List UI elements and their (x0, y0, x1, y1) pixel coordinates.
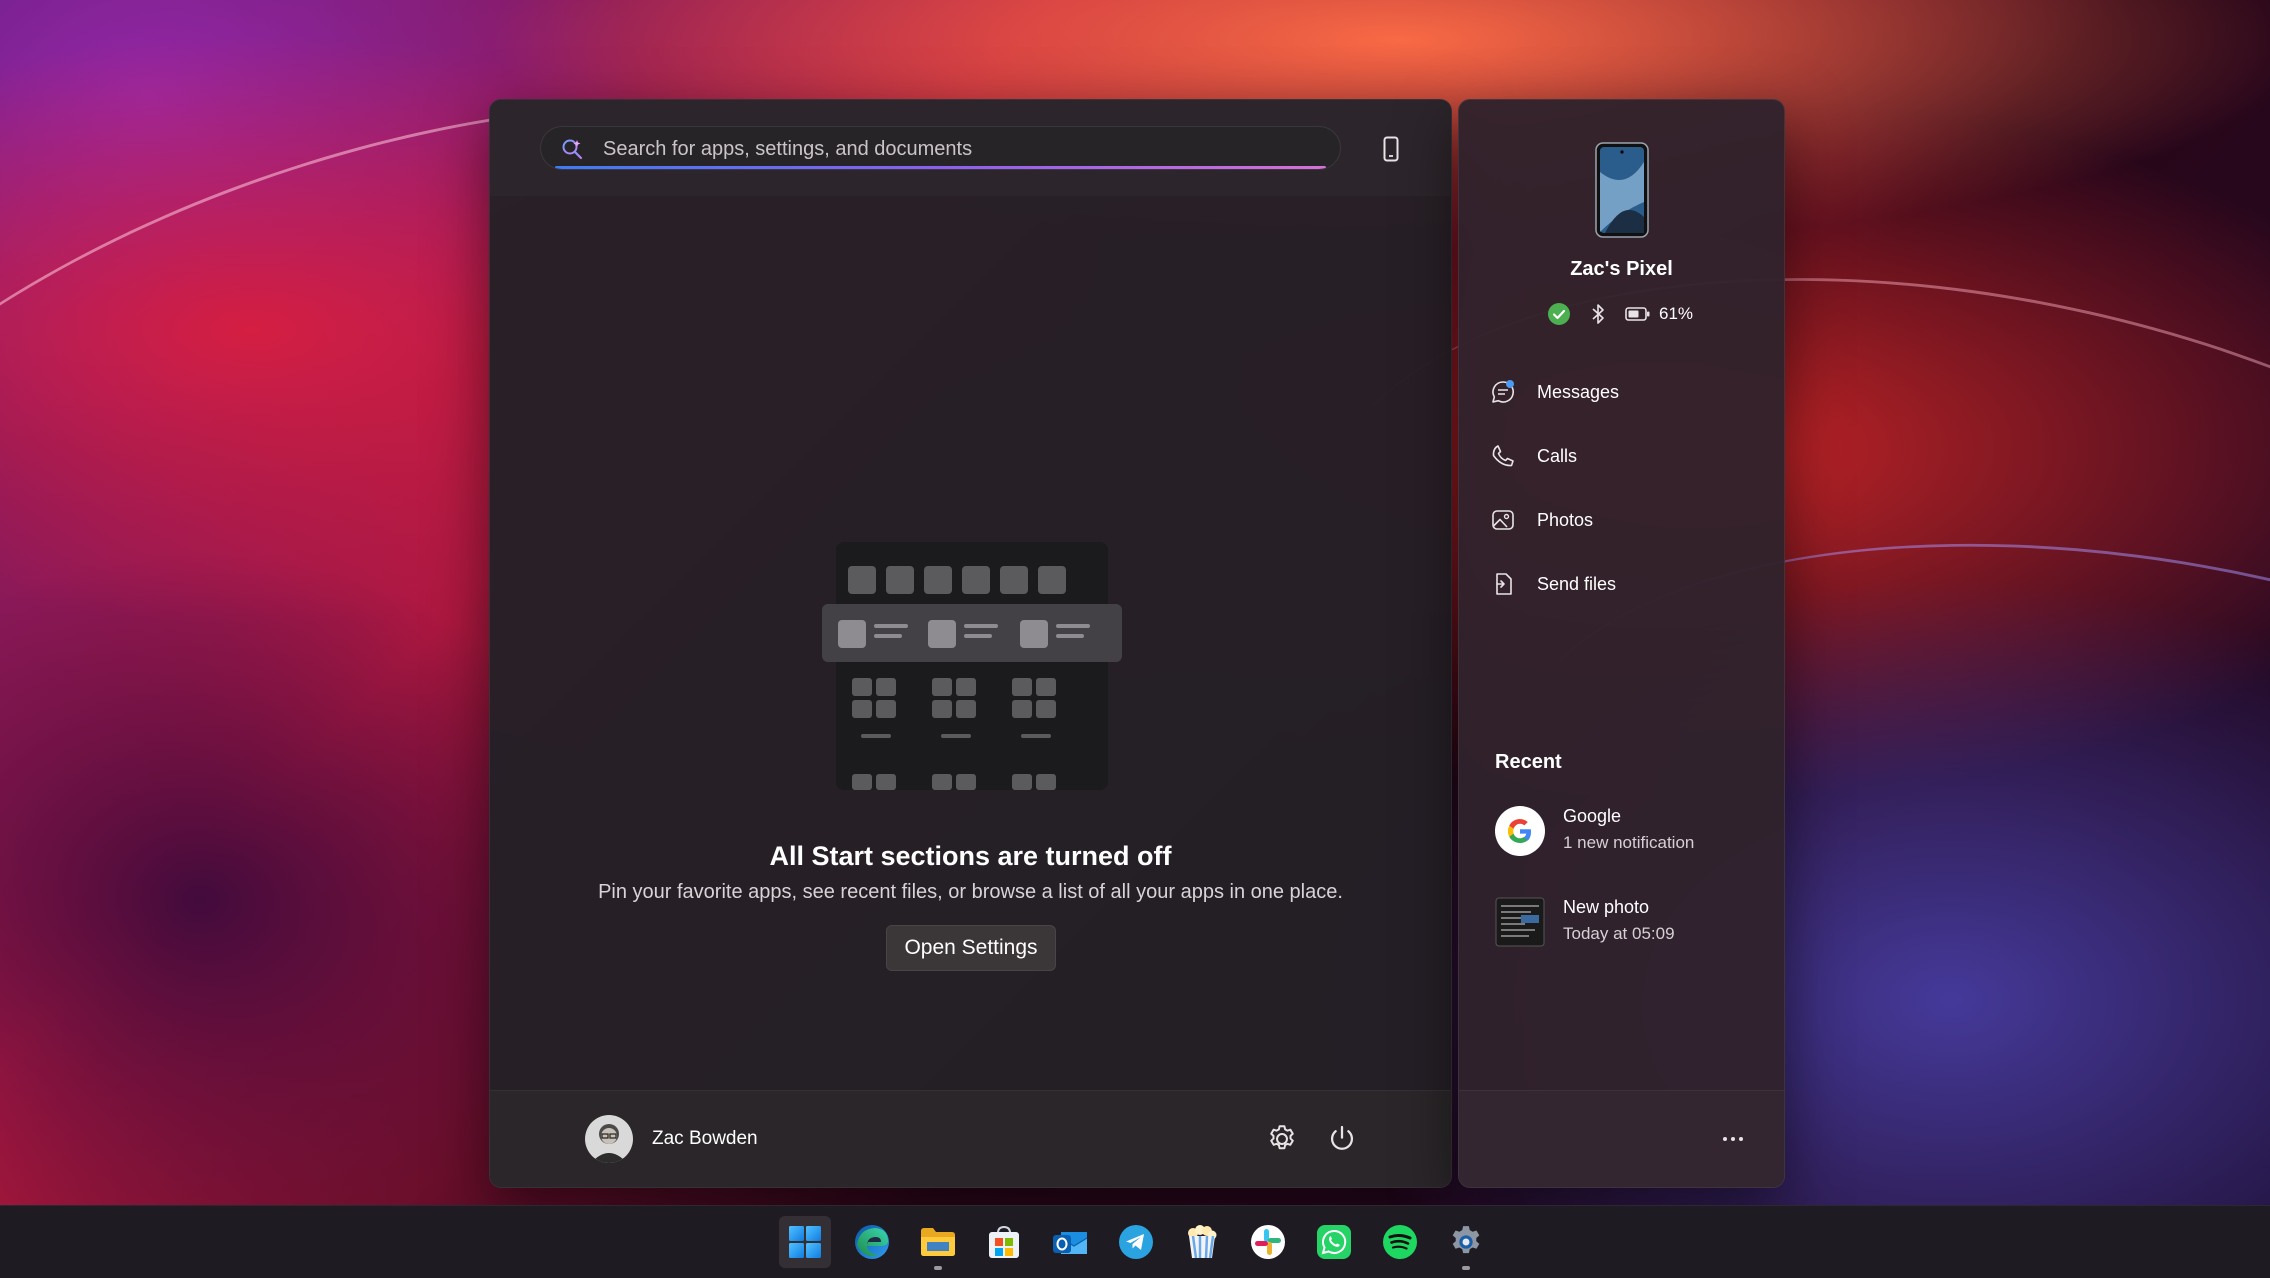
popcorn-icon (1188, 1225, 1217, 1259)
device-status-row: 61% (1547, 301, 1693, 327)
phone-companion-panel: Zac's Pixel 61% Messages Calls Photos Se… (1458, 99, 1785, 1188)
phone-menu-label: Messages (1537, 381, 1620, 402)
taskbar-store[interactable] (978, 1216, 1030, 1268)
message-icon (1489, 378, 1517, 406)
settings-gear-icon (1452, 1226, 1480, 1254)
settings-button[interactable] (1265, 1122, 1299, 1156)
spotify-icon (1383, 1225, 1417, 1259)
google-icon (1495, 806, 1545, 856)
connected-check-icon (1548, 303, 1570, 325)
phone-menu-messages[interactable]: Messages (1489, 369, 1759, 415)
phone-menu-calls[interactable]: Calls (1489, 433, 1759, 479)
photo-thumbnail (1495, 897, 1545, 947)
edge-icon (855, 1225, 889, 1259)
phone-panel-footer (1459, 1090, 1784, 1187)
user-avatar-icon (585, 1115, 633, 1163)
send-file-icon (1489, 570, 1517, 598)
search-icon (562, 139, 583, 160)
telegram-icon (1119, 1225, 1153, 1259)
search-box[interactable] (540, 126, 1341, 170)
gear-icon (1270, 1125, 1294, 1150)
search-input[interactable] (601, 135, 1305, 163)
phone-menu-send-files[interactable]: Send files (1489, 561, 1759, 607)
running-indicator (934, 1266, 942, 1270)
whatsapp-icon (1317, 1225, 1351, 1259)
recent-item-subtitle: Today at 05:09 (1563, 924, 1675, 943)
recent-item-title: New photo (1563, 897, 1650, 917)
outlook-icon (1053, 1232, 1088, 1254)
running-indicator (1462, 1266, 1470, 1270)
avatar[interactable] (585, 1115, 633, 1163)
phone-menu-label: Calls (1537, 445, 1578, 466)
phone-call-icon (1489, 442, 1517, 470)
folder-icon (921, 1228, 955, 1256)
start-layout-illustration (822, 542, 1122, 790)
power-button[interactable] (1325, 1122, 1359, 1156)
phone-device-image (1595, 142, 1649, 238)
recent-item-title: Google (1563, 806, 1622, 826)
taskbar-whatsapp[interactable] (1308, 1216, 1360, 1268)
bluetooth-icon (1592, 304, 1604, 324)
taskbar-file-explorer[interactable] (912, 1216, 964, 1270)
taskbar-telegram[interactable] (1110, 1216, 1162, 1268)
phone-menu-label: Send files (1537, 573, 1617, 594)
taskbar-slack[interactable] (1242, 1216, 1294, 1268)
recent-heading: Recent (1495, 751, 1562, 773)
store-icon (989, 1225, 1019, 1258)
device-name: Zac's Pixel (1570, 258, 1673, 280)
open-settings-button[interactable]: Open Settings (886, 925, 1056, 971)
taskbar (0, 1205, 2270, 1278)
empty-state: All Start sections are turned off Pin yo… (490, 196, 1451, 1187)
more-icon (1723, 1137, 1743, 1141)
taskbar-spotify[interactable] (1374, 1216, 1426, 1268)
phone-link-button[interactable] (1374, 132, 1408, 166)
taskbar-popcorn-app[interactable] (1176, 1216, 1228, 1268)
recent-item-subtitle: 1 new notification (1563, 833, 1695, 852)
search-area (490, 100, 1451, 196)
empty-state-title: All Start sections are turned off (769, 841, 1172, 871)
taskbar-outlook[interactable] (1044, 1216, 1096, 1268)
windows-logo-icon (789, 1226, 821, 1258)
taskbar-edge[interactable] (846, 1216, 898, 1268)
battery-level: 61% (1659, 304, 1694, 323)
empty-state-description: Pin your favorite apps, see recent files… (598, 881, 1343, 903)
recent-item-google[interactable]: Google 1 new notification (1495, 800, 1755, 860)
power-icon (1331, 1125, 1353, 1150)
start-menu: All Start sections are turned off Pin yo… (489, 99, 1452, 1188)
user-name[interactable]: Zac Bowden (652, 1128, 758, 1150)
taskbar-start[interactable] (779, 1216, 831, 1268)
photo-icon (1489, 506, 1517, 534)
phone-menu-photos[interactable]: Photos (1489, 497, 1759, 543)
recent-item-new-photo[interactable]: New photo Today at 05:09 (1495, 891, 1755, 951)
phone-menu-label: Photos (1537, 509, 1594, 530)
phone-icon (1383, 136, 1399, 162)
slack-icon (1251, 1225, 1285, 1259)
more-options-button[interactable] (1713, 1119, 1753, 1159)
battery-icon (1625, 307, 1650, 321)
start-footer: Zac Bowden (490, 1090, 1451, 1187)
taskbar-settings[interactable] (1440, 1216, 1492, 1270)
